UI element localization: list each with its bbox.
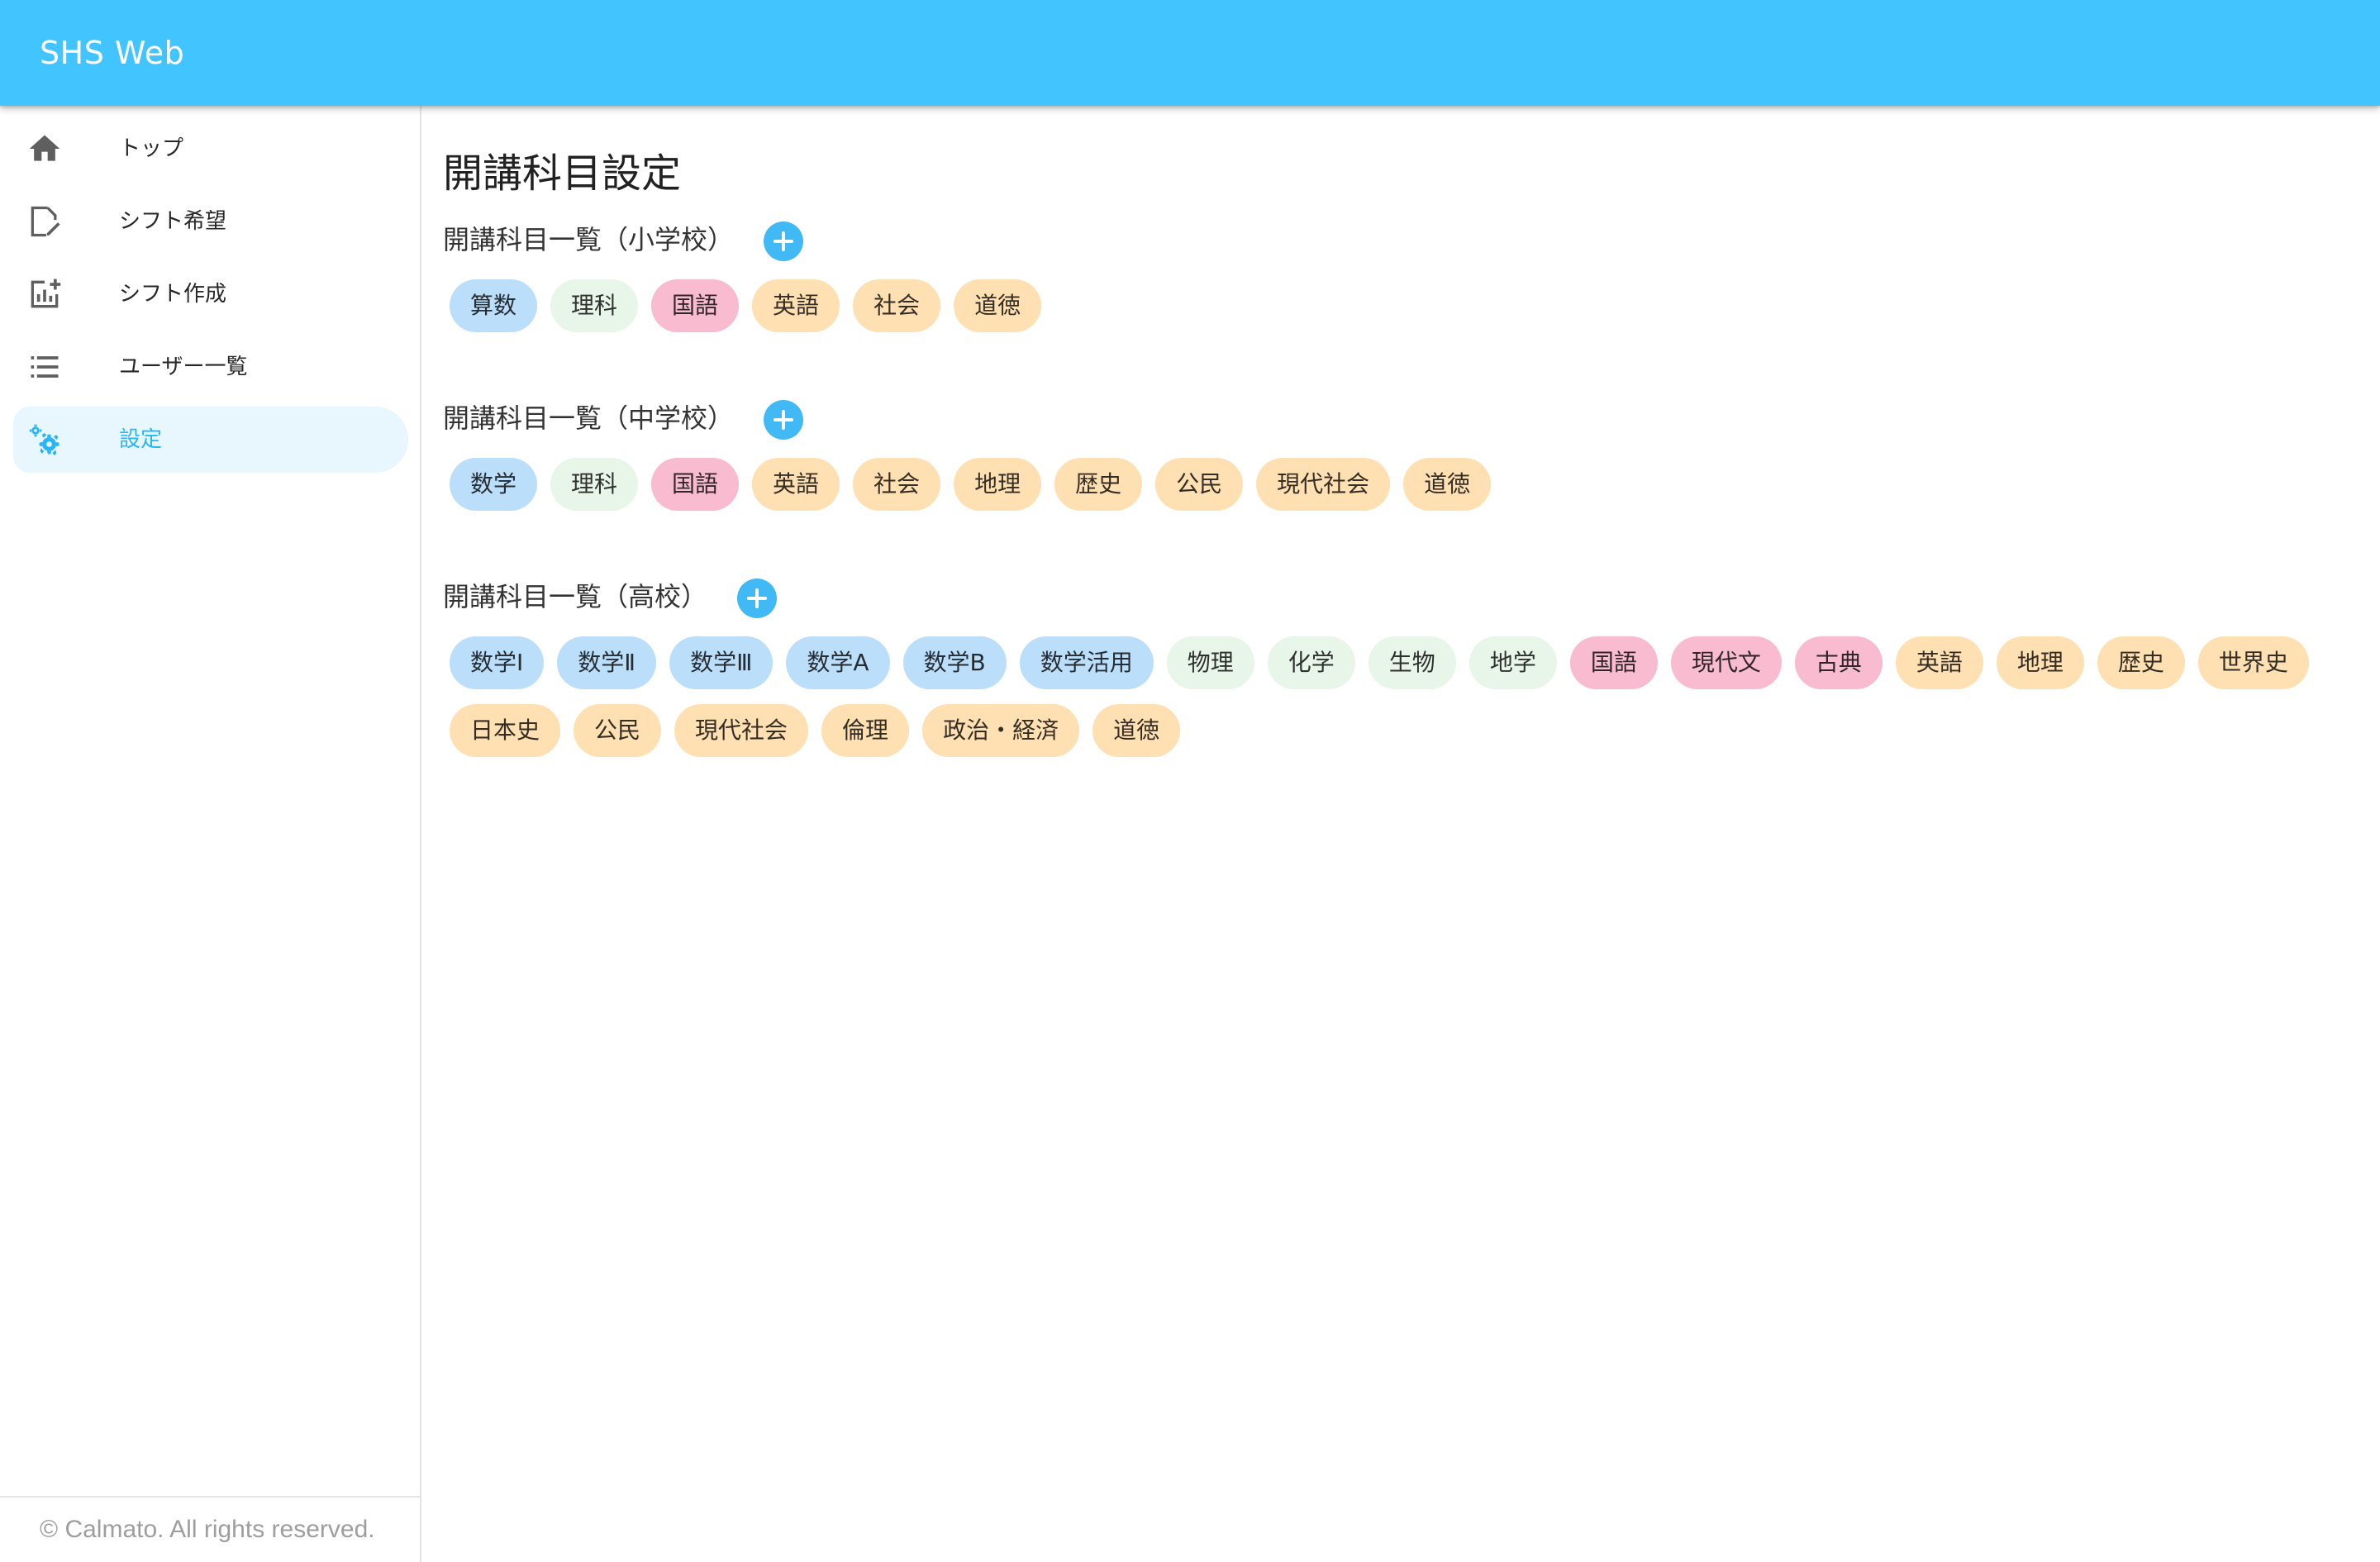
subject-chip[interactable]: 現代社会 bbox=[1256, 458, 1391, 511]
subject-chip[interactable]: 化学 bbox=[1267, 636, 1355, 689]
sidebar-footer: © Calmato. All rights reserved. bbox=[0, 1496, 420, 1562]
subject-chip[interactable]: 数学Ⅱ bbox=[557, 636, 657, 689]
sidebar-item-shift-request[interactable]: シフト希望 bbox=[13, 188, 408, 255]
subject-chip[interactable]: 社会 bbox=[853, 279, 941, 332]
add-subject-button[interactable] bbox=[737, 579, 777, 618]
section-title: 開講科目一覧（高校） bbox=[443, 581, 708, 612]
sidebar-item-label: シフト作成 bbox=[119, 282, 227, 307]
sidebar-item-settings[interactable]: 設定 bbox=[13, 407, 408, 473]
subject-chip[interactable]: 地理 bbox=[954, 458, 1042, 511]
list-icon bbox=[26, 349, 63, 385]
add-subject-button[interactable] bbox=[764, 221, 803, 261]
section-header: 開講科目一覧（高校） bbox=[443, 574, 2360, 620]
section-junior-high: 開講科目一覧（中学校） 数学 理科 国語 英語 社会 地理 歴史 公民 現代社会 道徳 bbox=[443, 395, 2360, 511]
app-title[interactable]: SHS Web bbox=[40, 0, 184, 106]
subject-chip[interactable]: 算数 bbox=[450, 279, 538, 332]
subject-chip[interactable]: 国語 bbox=[651, 279, 740, 332]
main-content: 開講科目設定 開講科目一覧（小学校） 算数 理科 国語 英語 社会 道徳 開講科目一覧（中… bbox=[423, 106, 2380, 1562]
subject-chip[interactable]: 英語 bbox=[752, 458, 840, 511]
subject-chip[interactable]: 現代文 bbox=[1670, 636, 1782, 689]
subject-chip[interactable]: 政治・経済 bbox=[922, 704, 1080, 757]
subject-chip-list: 数学 理科 国語 英語 社会 地理 歴史 公民 現代社会 道徳 bbox=[443, 458, 2360, 511]
sidebar-item-label: ユーザー一覧 bbox=[119, 355, 248, 379]
subject-chip[interactable]: 英語 bbox=[1895, 636, 1983, 689]
subject-chip[interactable]: 道徳 bbox=[954, 279, 1042, 332]
subject-chip[interactable]: 公民 bbox=[574, 704, 662, 757]
add-chart-icon bbox=[26, 276, 63, 312]
sidebar-item-label: トップ bbox=[119, 136, 184, 161]
subject-chip[interactable]: 公民 bbox=[1155, 458, 1244, 511]
sidebar-item-label: 設定 bbox=[119, 427, 163, 452]
subject-chip[interactable]: 道徳 bbox=[1403, 458, 1492, 511]
settings-gears-icon bbox=[26, 421, 63, 458]
subject-chip[interactable]: 日本史 bbox=[450, 704, 561, 757]
section-elementary: 開講科目一覧（小学校） 算数 理科 国語 英語 社会 道徳 bbox=[443, 217, 2360, 332]
subject-chip-list: 算数 理科 国語 英語 社会 道徳 bbox=[443, 279, 2360, 332]
subject-chip[interactable]: 古典 bbox=[1794, 636, 1883, 689]
section-title: 開講科目一覧（中学校） bbox=[443, 402, 735, 434]
subject-chip[interactable]: 世界史 bbox=[2197, 636, 2309, 689]
home-icon bbox=[26, 131, 63, 167]
subject-chip[interactable]: 物理 bbox=[1166, 636, 1254, 689]
section-title: 開講科目一覧（小学校） bbox=[443, 224, 735, 255]
subject-chip[interactable]: 現代社会 bbox=[674, 704, 809, 757]
sidebar-item-shift-create[interactable]: シフト作成 bbox=[13, 261, 408, 327]
section-header: 開講科目一覧（中学校） bbox=[443, 395, 2360, 441]
subject-chip[interactable]: 数学Ⅲ bbox=[669, 636, 774, 689]
subject-chip[interactable]: 歴史 bbox=[1054, 458, 1143, 511]
subject-chip[interactable]: 英語 bbox=[752, 279, 840, 332]
section-high-school: 開講科目一覧（高校） 数学Ⅰ 数学Ⅱ 数学Ⅲ 数学A 数学B 数学活用 物理 化学 生物 地学 国語… bbox=[443, 574, 2360, 757]
subject-chip[interactable]: 道徳 bbox=[1092, 704, 1181, 757]
subject-chip[interactable]: 数学活用 bbox=[1019, 636, 1154, 689]
subject-chip[interactable]: 理科 bbox=[550, 279, 639, 332]
subject-chip[interactable]: 歴史 bbox=[2097, 636, 2185, 689]
sidebar: トップ シフト希望 シフト作成 ユーザー一覧 設定 © Calmato. All… bbox=[0, 106, 421, 1562]
subject-chip[interactable]: 数学A bbox=[786, 636, 890, 689]
edit-note-icon bbox=[26, 203, 63, 240]
subject-chip[interactable]: 数学B bbox=[902, 636, 1007, 689]
app-bar: SHS Web bbox=[0, 0, 2380, 106]
subject-chip[interactable]: 倫理 bbox=[821, 704, 910, 757]
subject-chip[interactable]: 理科 bbox=[550, 458, 639, 511]
sidebar-item-user-list[interactable]: ユーザー一覧 bbox=[13, 334, 408, 400]
sidebar-item-top[interactable]: トップ bbox=[13, 116, 408, 182]
subject-chip[interactable]: 数学 bbox=[450, 458, 538, 511]
page-title: 開講科目設定 bbox=[443, 150, 682, 197]
subject-chip[interactable]: 国語 bbox=[651, 458, 740, 511]
subject-chip[interactable]: 生物 bbox=[1368, 636, 1456, 689]
copyright-text: © Calmato. All rights reserved. bbox=[40, 1516, 375, 1543]
subject-chip[interactable]: 国語 bbox=[1569, 636, 1658, 689]
subject-chip-list: 数学Ⅰ 数学Ⅱ 数学Ⅲ 数学A 数学B 数学活用 物理 化学 生物 地学 国語 現代文 古典 英語 地理 歴史… bbox=[443, 636, 2360, 757]
subject-chip[interactable]: 地理 bbox=[1996, 636, 2084, 689]
sidebar-item-label: シフト希望 bbox=[119, 209, 227, 234]
subject-chip[interactable]: 社会 bbox=[853, 458, 941, 511]
section-header: 開講科目一覧（小学校） bbox=[443, 217, 2360, 263]
subject-chip[interactable]: 地学 bbox=[1468, 636, 1557, 689]
add-subject-button[interactable] bbox=[764, 400, 803, 440]
subject-chip[interactable]: 数学Ⅰ bbox=[450, 636, 545, 689]
